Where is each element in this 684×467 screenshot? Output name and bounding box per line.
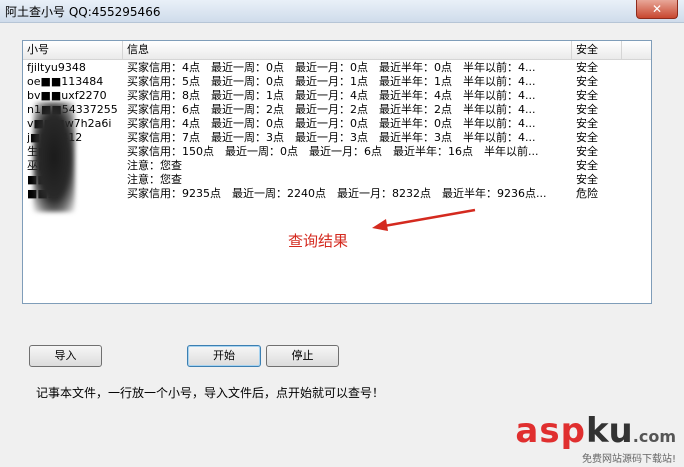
row-status: 安全 bbox=[576, 89, 598, 102]
row-info: 买家信用：4点 最近一周：0点 最近一月：0点 最近半年：0点 半年以前：4..… bbox=[127, 117, 536, 130]
row-status: 安全 bbox=[576, 61, 598, 74]
table-row[interactable]: n1■■54337255 买家信用：6点 最近一周：2点 最近一月：2点 最近半… bbox=[23, 103, 651, 117]
table-row[interactable]: fjiltyu9348 买家信用：4点 最近一周：0点 最近一月：0点 最近半年… bbox=[23, 61, 651, 75]
redaction-blur bbox=[33, 102, 75, 212]
row-status: 安全 bbox=[576, 117, 598, 130]
table-row[interactable]: oe■■113484 买家信用：5点 最近一周：0点 最近一月：1点 最近半年：… bbox=[23, 75, 651, 89]
title-bar: 阿土查小号 QQ:455295466 ✕ bbox=[0, 0, 684, 23]
close-button[interactable]: ✕ bbox=[636, 0, 678, 19]
stop-button[interactable]: 停止 bbox=[266, 345, 339, 367]
list-header: 小号 信息 安全 bbox=[23, 41, 651, 60]
column-header-status[interactable]: 安全 bbox=[572, 41, 622, 59]
watermark-logo: aspku.com bbox=[515, 411, 676, 451]
row-info: 注意：您查 bbox=[127, 159, 182, 172]
row-account: fjiltyu9348 bbox=[27, 61, 86, 74]
row-status: 危险 bbox=[576, 187, 598, 200]
table-row[interactable]: v■■■w7h2a6i 买家信用：4点 最近一周：0点 最近一月：0点 最近半年… bbox=[23, 117, 651, 131]
row-status: 安全 bbox=[576, 159, 598, 172]
annotation-label: 查询结果 bbox=[288, 232, 349, 250]
table-row[interactable]: bv■■uxf2270 买家信用：8点 最近一周：1点 最近一月：4点 最近半年… bbox=[23, 89, 651, 103]
row-account: bv■■uxf2270 bbox=[27, 89, 107, 102]
import-button[interactable]: 导入 bbox=[29, 345, 102, 367]
row-info: 买家信用：7点 最近一周：3点 最近一月：3点 最近半年：3点 半年以前：4..… bbox=[127, 131, 536, 144]
watermark-subtitle: 免费网站源码下载站! bbox=[581, 454, 676, 465]
table-row[interactable]: ■■宣 买家信用：9235点 最近一周：2240点 最近一月：8232点 最近半… bbox=[23, 187, 651, 201]
window-title: 阿土查小号 QQ:455295466 bbox=[5, 5, 161, 19]
row-info: 买家信用：4点 最近一周：0点 最近一月：0点 最近半年：0点 半年以前：4..… bbox=[127, 61, 536, 74]
row-info: 买家信用：5点 最近一周：0点 最近一月：1点 最近半年：1点 半年以前：4..… bbox=[127, 75, 536, 88]
result-list[interactable]: 小号 信息 安全 fjiltyu9348 买家信用：4点 最近一周：0点 最近一… bbox=[22, 40, 652, 304]
row-status: 安全 bbox=[576, 173, 598, 186]
close-icon: ✕ bbox=[651, 2, 663, 16]
row-status: 安全 bbox=[576, 145, 598, 158]
table-row[interactable]: 巫■■ 注意：您查 安全 bbox=[23, 159, 651, 173]
annotation-arrow-icon bbox=[372, 208, 476, 231]
row-info: 注意：您查 bbox=[127, 173, 182, 186]
column-header-account[interactable]: 小号 bbox=[23, 41, 123, 59]
row-status: 安全 bbox=[576, 131, 598, 144]
row-account: oe■■113484 bbox=[27, 75, 104, 88]
column-header-info[interactable]: 信息 bbox=[123, 41, 572, 59]
table-row[interactable]: 生■■ 买家信用：150点 最近一周：0点 最近一月：6点 最近半年：16点 半… bbox=[23, 145, 651, 159]
row-info: 买家信用：9235点 最近一周：2240点 最近一月：8232点 最近半年：92… bbox=[127, 187, 547, 200]
table-row[interactable]: ■■4 注意：您查 安全 bbox=[23, 173, 651, 187]
start-button[interactable]: 开始 bbox=[187, 345, 261, 367]
table-row[interactable]: j■■■412 买家信用：7点 最近一周：3点 最近一月：3点 最近半年：3点 … bbox=[23, 131, 651, 145]
row-info: 买家信用：150点 最近一周：0点 最近一月：6点 最近半年：16点 半年以前.… bbox=[127, 145, 539, 158]
usage-hint: 记事本文件，一行放一个小号，导入文件后，点开始就可以查号！ bbox=[36, 386, 385, 400]
row-info: 买家信用：6点 最近一周：2点 最近一月：2点 最近半年：2点 半年以前：4..… bbox=[127, 103, 536, 116]
row-info: 买家信用：8点 最近一周：1点 最近一月：4点 最近半年：4点 半年以前：4..… bbox=[127, 89, 536, 102]
row-status: 安全 bbox=[576, 103, 598, 116]
row-status: 安全 bbox=[576, 75, 598, 88]
